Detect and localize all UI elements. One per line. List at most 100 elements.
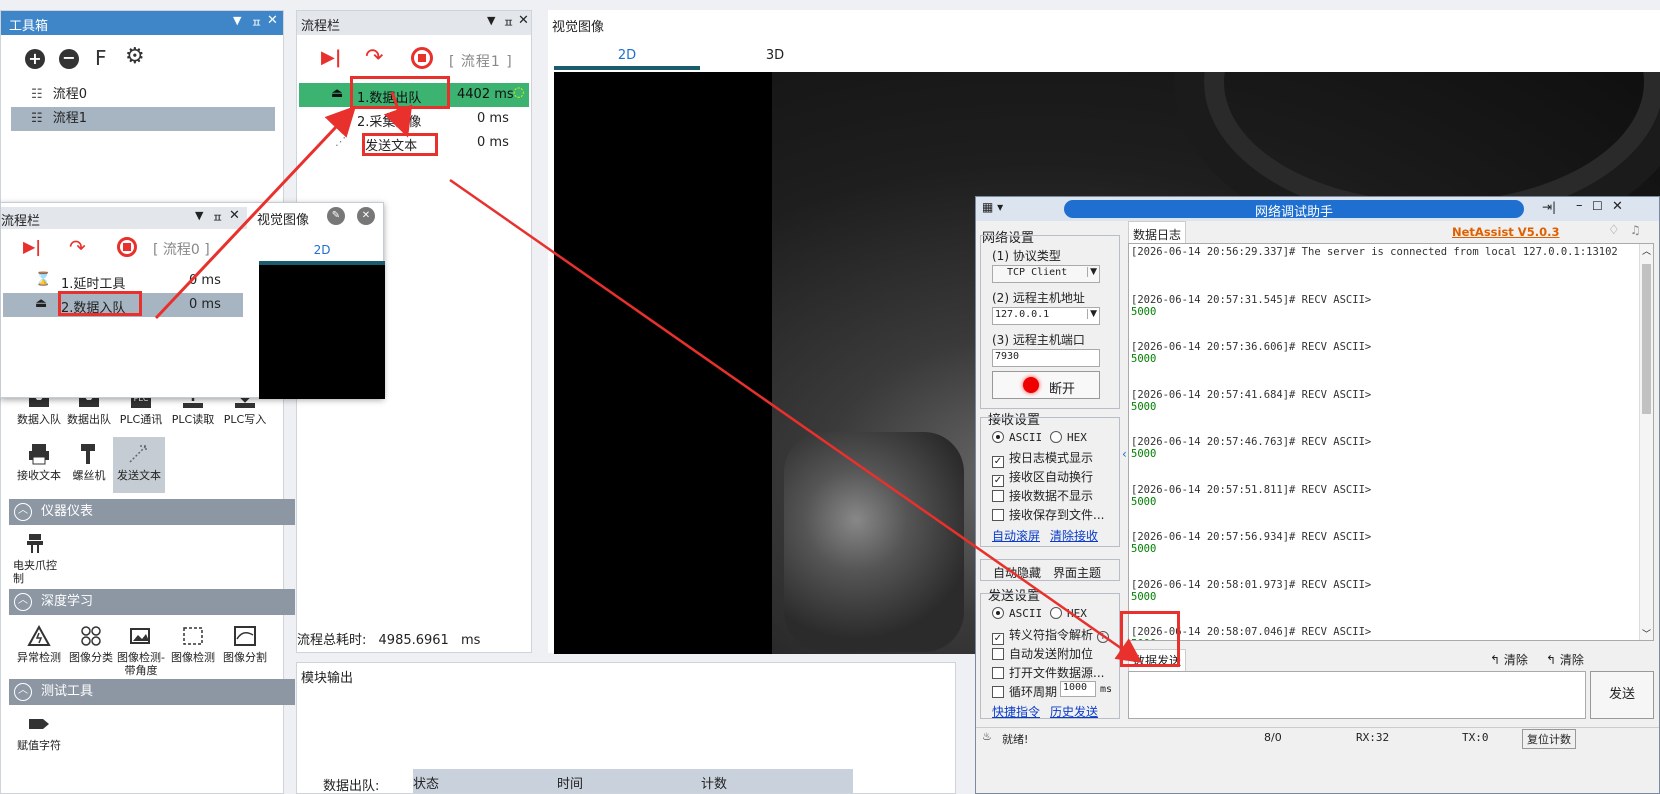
- add-icon[interactable]: +: [25, 49, 45, 69]
- tool-gripper-control[interactable]: 电夹爪控制: [13, 533, 59, 585]
- log-entry: [2026-06-14 20:58:07.046]# RECV ASCII>50…: [1131, 626, 1641, 640]
- clear-send-button-1[interactable]: ↰ 清除: [1490, 651, 1528, 668]
- function-icon[interactable]: F: [95, 46, 107, 70]
- detection-box-icon: [183, 627, 203, 645]
- restore-icon[interactable]: ⇥|: [1542, 200, 1556, 214]
- send-input[interactable]: [1128, 671, 1586, 719]
- tool-rotated-detection[interactable]: 图像检测-带角度: [115, 625, 167, 677]
- maximize-icon[interactable]: ☐: [1592, 199, 1603, 213]
- log-entry-header: [2026-06-14 20:57:36.606]# RECV ASCII>: [1131, 341, 1372, 353]
- category-test-tools[interactable]: ︿ 测试工具: [9, 679, 295, 705]
- log-entry-value: 5000: [1131, 448, 1157, 460]
- flow-pin-icon[interactable]: ㅍ: [503, 14, 514, 31]
- run-loop-icon[interactable]: ↷: [365, 45, 383, 70]
- process-item-0[interactable]: ☷ 流程0: [31, 83, 87, 107]
- flow-dropdown-icon[interactable]: ▼: [487, 14, 495, 27]
- category-deep-learning[interactable]: ︿ 深度学习: [9, 589, 295, 615]
- toolbox-pin-icon[interactable]: ㅍ: [251, 14, 262, 31]
- tab-2d[interactable]: 2D: [554, 48, 700, 70]
- highlight-received-value: [1120, 611, 1180, 667]
- tool-receive-text[interactable]: 接收文本: [13, 443, 65, 482]
- tool-send-text[interactable]: 发送文本: [113, 443, 165, 482]
- log-scrollbar[interactable]: ︿ ﹀: [1639, 244, 1653, 640]
- tool-screw-machine[interactable]: 螺丝机: [63, 443, 115, 482]
- tool-image-segmentation[interactable]: 图像分割: [219, 625, 271, 664]
- send-opt-escape[interactable]: ✓ 转义符指令解析 i: [992, 626, 1109, 645]
- recv-opt-auto-wrap[interactable]: ✓ 接收区自动换行: [992, 468, 1093, 487]
- window-close-icon[interactable]: ✕: [1612, 199, 1623, 214]
- stop-icon[interactable]: [411, 47, 433, 69]
- log-entry-header: [2026-06-14 20:56:29.337]# The server is…: [1131, 246, 1618, 258]
- col-count: 计数: [701, 777, 728, 792]
- host-input[interactable]: 127.0.0.1 ▼: [992, 307, 1100, 325]
- send-opt-append[interactable]: 自动发送附加位: [992, 645, 1093, 662]
- scroll-down-icon[interactable]: ﹀: [1642, 627, 1651, 640]
- recv-hex-radio[interactable]: HEX: [1050, 431, 1087, 444]
- netassist-title: 网络调试助手: [1254, 205, 1333, 220]
- send-opt-file-source[interactable]: 打开文件数据源...: [992, 664, 1104, 681]
- highlight-dequeue: [350, 76, 450, 109]
- flow-close-icon[interactable]: ✕: [518, 13, 529, 28]
- classification-icon: [81, 626, 101, 646]
- log-entry-value: 5000: [1131, 495, 1157, 508]
- inset-edit-icon: ✎: [327, 207, 345, 225]
- col-time: 时间: [557, 777, 584, 792]
- remove-icon[interactable]: −: [59, 49, 79, 69]
- tool-anomaly-detection[interactable]: 异常检测: [13, 625, 65, 664]
- log-entry-header: [2026-06-14 20:57:51.811]# RECV ASCII>: [1131, 483, 1372, 496]
- log-entry: [2026-06-14 20:57:51.811]# RECV ASCII> 50…: [1131, 484, 1641, 532]
- clear-recv-link[interactable]: 清除接收: [1050, 527, 1098, 544]
- flow-item-time: 4402 ms: [457, 87, 514, 102]
- minimize-icon[interactable]: –: [1576, 198, 1583, 213]
- log-area[interactable]: [2026-06-14 20:56:29.337]# The server is…: [1128, 243, 1654, 641]
- toolbox-titlebar: 工具箱 ▼ ㅍ ✕: [1, 11, 283, 35]
- log-entry-header: [2026-06-14 20:58:07.046]# RECV ASCII>: [1131, 626, 1372, 638]
- cycle-input[interactable]: 1000: [1060, 681, 1096, 697]
- quick-command-link[interactable]: 快捷指令: [992, 703, 1040, 720]
- scroll-up-icon[interactable]: ︿: [1642, 244, 1651, 257]
- screwdriver-icon: [81, 444, 95, 464]
- ui-theme-button[interactable]: 界面主题: [1053, 564, 1101, 581]
- log-entry: [2026-06-14 20:57:31.545]# RECV ASCII> 50…: [1131, 294, 1641, 342]
- protocol-select[interactable]: TCP Client ▼: [992, 265, 1100, 283]
- recv-ascii-radio[interactable]: ASCII: [992, 431, 1042, 444]
- toolbox-dropdown-icon[interactable]: ▼: [233, 14, 241, 27]
- flow-titlebar: 流程栏 ▼ ㅍ ✕: [297, 11, 531, 35]
- category-instruments[interactable]: ︿ 仪器仪表: [9, 499, 295, 525]
- inset-flow-titlebar: 流程栏 ▼ ㅍ ✕: [1, 207, 247, 229]
- recv-opt-log-mode[interactable]: ✓ 按日志模式显示: [992, 449, 1093, 468]
- send-button[interactable]: 发送: [1590, 671, 1654, 719]
- send-text-icon: [129, 445, 147, 463]
- tab-3d[interactable]: 3D: [702, 48, 848, 70]
- recv-opt-save-file[interactable]: 接收保存到文件...: [992, 506, 1104, 523]
- tool-image-detection[interactable]: 图像检测: [167, 625, 219, 664]
- flow-total-time: 流程总耗时: 4985.6961 ms: [297, 633, 481, 648]
- status-rx: RX:32: [1356, 731, 1390, 744]
- inset-stop-icon: [117, 237, 137, 257]
- history-link[interactable]: 历史发送: [1050, 703, 1098, 720]
- port-input[interactable]: 7930: [992, 349, 1100, 367]
- tool-image-classification[interactable]: 图像分类: [65, 625, 117, 664]
- gear-icon[interactable]: ⚙: [125, 44, 145, 69]
- reset-count-button[interactable]: 复位计数: [1522, 729, 1576, 749]
- send-opt-cycle[interactable]: 循环周期: [992, 683, 1057, 700]
- flow-item-time: 0 ms: [477, 135, 509, 150]
- version-link[interactable]: NetAssist V5.0.3: [1452, 225, 1559, 239]
- tool-assign-string[interactable]: 赋值字符: [13, 713, 65, 752]
- toolbox-close-icon[interactable]: ✕: [267, 13, 278, 28]
- inset-tab-2d: 2D: [313, 243, 331, 257]
- disconnect-button[interactable]: 断开: [992, 371, 1100, 399]
- clear-send-button-2[interactable]: ↰ 清除: [1546, 651, 1584, 668]
- send-hex-radio[interactable]: HEX: [1050, 607, 1087, 620]
- module-output-title: 模块输出: [301, 671, 354, 686]
- auto-scroll-link[interactable]: 自动滚屏: [992, 527, 1040, 544]
- process-item-1[interactable]: ☷ 流程1: [11, 107, 275, 131]
- recv-opt-hide-data[interactable]: 接收数据不显示: [992, 487, 1093, 504]
- inset-run-once-icon: ▶|: [23, 237, 42, 256]
- run-once-icon[interactable]: ▶|: [321, 47, 341, 68]
- flow-item-capture[interactable]: ◫ 2.采集图像 0 ms: [299, 107, 529, 131]
- send-ascii-radio[interactable]: ASCII: [992, 607, 1042, 620]
- app-menu-icon[interactable]: ▦ ▾: [982, 200, 1003, 214]
- auto-hide-button[interactable]: 自动隐藏 界面主题: [980, 559, 1120, 581]
- scroll-thumb[interactable]: [1642, 264, 1651, 414]
